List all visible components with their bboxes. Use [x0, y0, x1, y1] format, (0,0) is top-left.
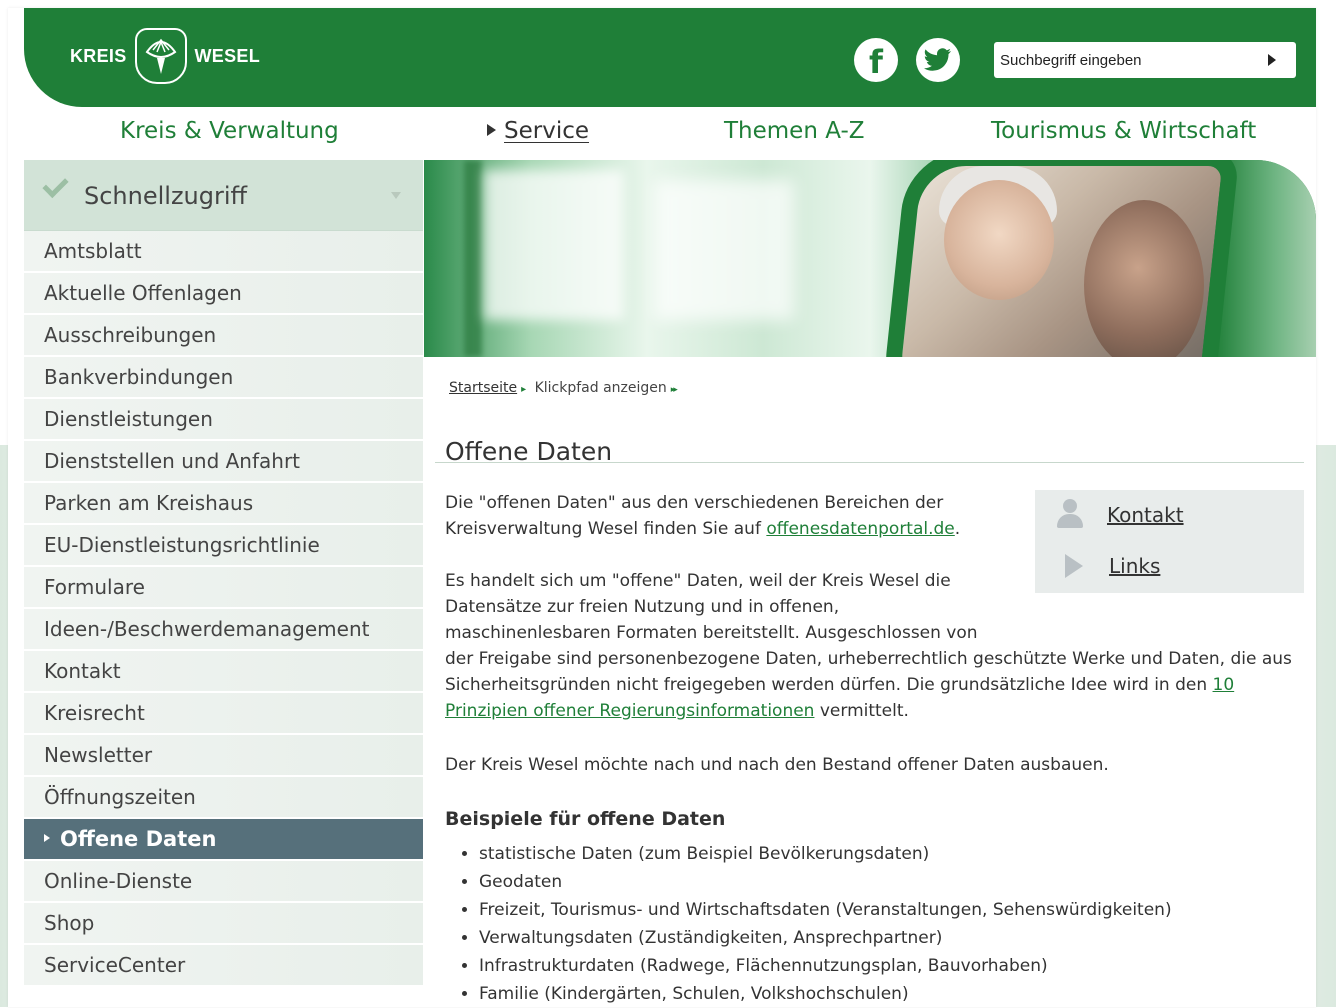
sidebar-menu: Amtsblatt Aktuelle Offenlagen Ausschreib…	[24, 231, 423, 985]
logo-word-left: KREIS	[70, 45, 127, 66]
list-item: Freizeit, Tourismus- und Wirtschaftsdate…	[479, 896, 1305, 924]
logo-word-right: WESEL	[194, 45, 261, 66]
main-content: Die "offenen Daten" aus den verschiedene…	[445, 490, 1305, 1008]
sidebar-item-amtsblatt[interactable]: Amtsblatt	[24, 231, 423, 271]
breadcrumb: Startseite ▸ Klickpfad anzeigen ▸▸	[449, 380, 678, 396]
sidebar-item-offene-daten[interactable]: Offene Daten	[24, 819, 423, 859]
intro-paragraph: Die "offenen Daten" aus den verschiedene…	[445, 490, 1025, 542]
site-logo[interactable]: KREIS WESEL	[70, 28, 260, 84]
main-navigation: Kreis & Verwaltung Service Themen A-Z To…	[8, 114, 1316, 160]
sidebar-item-newsletter[interactable]: Newsletter	[24, 735, 423, 775]
explanation-paragraph: Es handelt sich um "offene" Daten, weil …	[445, 568, 1305, 724]
sidebar-item-shop[interactable]: Shop	[24, 903, 423, 943]
chevron-down-icon	[391, 192, 401, 199]
nav-label: Tourismus & Wirtschaft	[991, 118, 1257, 144]
sidebar-item-online-dienste[interactable]: Online-Dienste	[24, 861, 423, 901]
nav-themen-az[interactable]: Themen A-Z	[724, 118, 865, 144]
quick-access-toggle[interactable]: Schnellzugriff	[24, 160, 423, 231]
examples-list: statistische Daten (zum Beispiel Bevölke…	[445, 840, 1305, 1008]
logo-seal-icon	[134, 28, 187, 84]
facebook-icon[interactable]: f	[854, 38, 898, 82]
breadcrumb-home-link[interactable]: Startseite	[449, 380, 517, 396]
double-arrow-icon[interactable]: ▸▸	[671, 385, 678, 395]
sidebar-item-oeffnungszeiten[interactable]: Öffnungszeiten	[24, 777, 423, 817]
search-box	[994, 42, 1296, 78]
sidebar-item-formulare[interactable]: Formulare	[24, 567, 423, 607]
site-header: KREIS WESEL f	[24, 8, 1316, 107]
nav-tourismus-wirtschaft[interactable]: Tourismus & Wirtschaft	[991, 118, 1256, 144]
search-input[interactable]	[1000, 42, 1250, 78]
sidebar-item-bankverbindungen[interactable]: Bankverbindungen	[24, 357, 423, 397]
check-icon	[42, 171, 69, 199]
list-item: Geodaten	[479, 868, 1305, 896]
arrow-right-icon	[487, 123, 496, 136]
breadcrumb-path-toggle[interactable]: Klickpfad anzeigen	[535, 380, 667, 396]
list-item: Familie (Kindergärten, Schulen, Volkshoc…	[479, 980, 1305, 1008]
page: KREIS WESEL f Kreis & Verwal	[8, 8, 1316, 1007]
sidebar-item-eu-richtlinie[interactable]: EU-Dienstleistungsrichtlinie	[24, 525, 423, 565]
sidebar: Schnellzugriff Amtsblatt Aktuelle Offenl…	[24, 160, 423, 987]
sidebar-item-dienststellen[interactable]: Dienststellen und Anfahrt	[24, 441, 423, 481]
sidebar-item-servicecenter[interactable]: ServiceCenter	[24, 945, 423, 985]
breadcrumb-separator-icon: ▸	[521, 384, 527, 395]
sidebar-item-ausschreibungen[interactable]: Ausschreibungen	[24, 315, 423, 355]
nav-kreis-verwaltung[interactable]: Kreis & Verwaltung	[120, 118, 339, 144]
nav-service[interactable]: Service	[487, 118, 589, 144]
wrap-guard	[1005, 568, 1305, 646]
sidebar-item-ideen[interactable]: Ideen-/Beschwerdemanagement	[24, 609, 423, 649]
nav-label: Service	[504, 118, 590, 144]
title-divider	[435, 462, 1304, 463]
quick-access-label: Schnellzugriff	[84, 182, 248, 210]
header-banner-image	[424, 160, 1316, 357]
nav-label: Themen A-Z	[724, 118, 865, 144]
explanation-end: vermittelt.	[814, 701, 909, 721]
twitter-icon[interactable]	[916, 38, 960, 82]
list-item: statistische Daten (zum Beispiel Bevölke…	[479, 840, 1305, 868]
search-submit-icon[interactable]	[1268, 54, 1276, 66]
sidebar-item-parken[interactable]: Parken am Kreishaus	[24, 483, 423, 523]
sidebar-item-kreisrecht[interactable]: Kreisrecht	[24, 693, 423, 733]
offenesdatenportal-link[interactable]: offenesdatenportal.de	[766, 519, 954, 539]
nav-label: Kreis & Verwaltung	[120, 118, 339, 144]
examples-heading: Beispiele für offene Daten	[445, 808, 726, 830]
intro-end: .	[954, 519, 961, 539]
outlook-paragraph: Der Kreis Wesel möchte nach und nach den…	[445, 755, 1109, 775]
sidebar-item-aktuelle-offenlagen[interactable]: Aktuelle Offenlagen	[24, 273, 423, 313]
list-item: Infrastrukturdaten (Radwege, Flächennutz…	[479, 952, 1305, 980]
list-item: Verwaltungsdaten (Zuständigkeiten, Anspr…	[479, 924, 1305, 952]
sidebar-item-kontakt[interactable]: Kontakt	[24, 651, 423, 691]
sidebar-item-dienstleistungen[interactable]: Dienstleistungen	[24, 399, 423, 439]
